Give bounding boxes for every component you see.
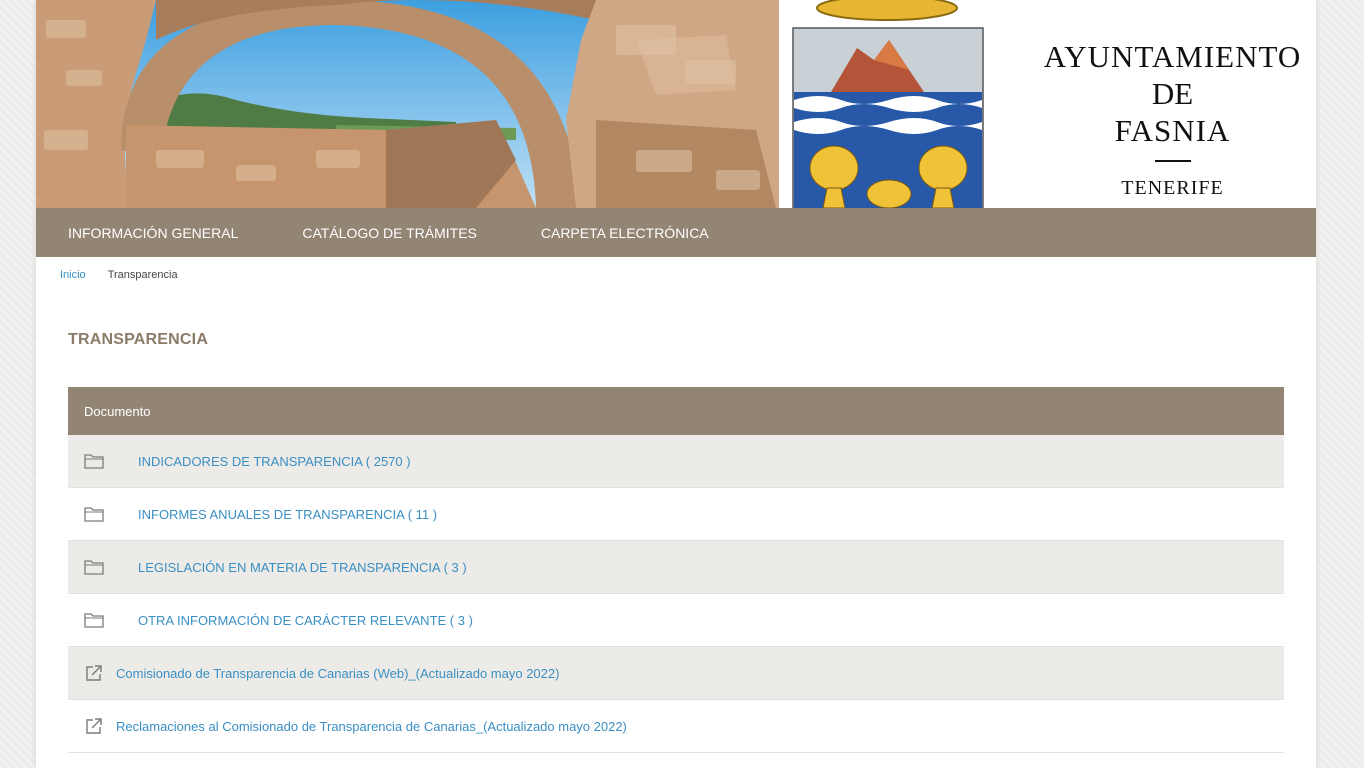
table-row[interactable]: Comisionado de Transparencia de Canarias… [68,647,1284,700]
breadcrumb: Inicio Transparencia [60,269,178,281]
table-row[interactable]: INDICADORES DE TRANSPARENCIA ( 2570 ) [68,435,1284,488]
page-title: TRANSPARENCIA [68,331,209,348]
table-row[interactable]: LEGISLACIÓN EN MATERIA DE TRANSPARENCIA … [68,541,1284,594]
folder-icon [84,454,104,469]
town-island: TENERIFE [1121,176,1224,199]
coat-of-arms-logo [792,0,984,208]
table-header: Documento [68,387,1284,435]
row-link-indicadores[interactable]: INDICADORES DE TRANSPARENCIA ( 2570 ) [138,454,411,469]
breadcrumb-home-link[interactable]: Inicio [60,269,86,281]
row-link-otra-informacion[interactable]: OTRA INFORMACIÓN DE CARÁCTER RELEVANTE (… [138,613,473,628]
folder-icon [84,560,104,575]
table-row[interactable]: OTRA INFORMACIÓN DE CARÁCTER RELEVANTE (… [68,594,1284,647]
document-table: Documento INDICADORES DE TRANSPARENCIA (… [68,387,1284,753]
row-link-informes-anuales[interactable]: INFORMES ANUALES DE TRANSPARENCIA ( 11 ) [138,507,437,522]
banner-photo-ruins [36,0,779,208]
row-link-comisionado-web[interactable]: Comisionado de Transparencia de Canarias… [116,666,559,681]
row-link-legislacion[interactable]: LEGISLACIÓN EN MATERIA DE TRANSPARENCIA … [138,560,467,575]
row-link-reclamaciones[interactable]: Reclamaciones al Comisionado de Transpar… [116,719,627,734]
table-header-documento: Documento [84,403,151,419]
town-name-block: AYUNTAMIENTO DE FASNIA TENERIFE [1029,38,1316,200]
town-name-line2: DE [1151,76,1194,112]
page-container: AYUNTAMIENTO DE FASNIA TENERIFE INFORMAC… [36,0,1316,768]
town-name-line1: AYUNTAMIENTO [1043,39,1302,74]
table-row[interactable]: Reclamaciones al Comisionado de Transpar… [68,700,1284,753]
nav-item-catalogo-tramites[interactable]: CATÁLOGO DE TRÁMITES [302,225,477,241]
nav-item-carpeta-electronica[interactable]: CARPETA ELECTRÓNICA [541,225,709,241]
town-name-line3: FASNIA [1114,113,1231,149]
town-name-divider [1154,159,1191,162]
banner-crest-panel: AYUNTAMIENTO DE FASNIA TENERIFE [779,0,1316,208]
external-link-icon [86,718,102,734]
table-row[interactable]: INFORMES ANUALES DE TRANSPARENCIA ( 11 ) [68,488,1284,541]
main-nav: INFORMACIÓN GENERAL CATÁLOGO DE TRÁMITES… [36,208,1316,257]
folder-icon [84,613,104,628]
nav-item-informacion-general[interactable]: INFORMACIÓN GENERAL [68,225,238,241]
external-link-icon [86,665,102,681]
folder-icon [84,507,104,522]
header-banner: AYUNTAMIENTO DE FASNIA TENERIFE [36,0,1316,208]
breadcrumb-current: Transparencia [107,269,178,281]
